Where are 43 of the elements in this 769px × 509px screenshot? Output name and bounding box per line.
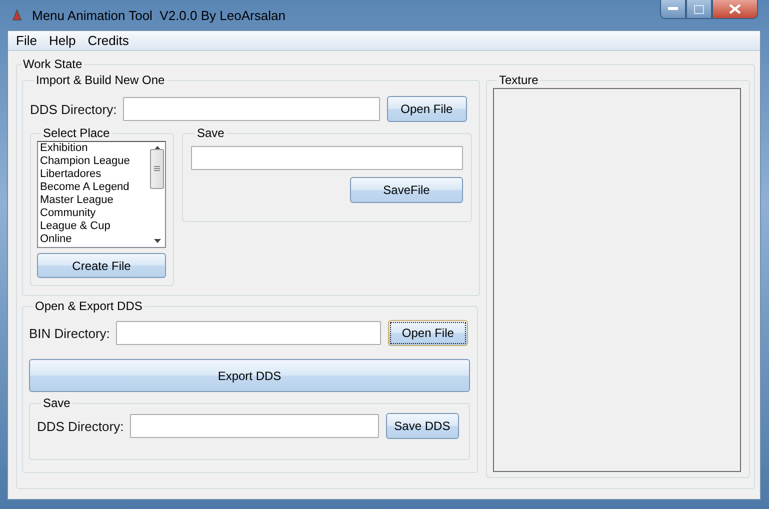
field-label: DDS Directory: <box>37 418 124 434</box>
window-title: Menu Animation Tool V2.0.0 By LeoArsalan <box>32 8 286 22</box>
group-title: Texture <box>499 73 538 87</box>
field-label: BIN Directory: <box>29 326 110 340</box>
open-file-button[interactable]: Open File <box>386 96 467 122</box>
app-icon <box>10 8 24 22</box>
close-icon <box>729 4 741 14</box>
menu-item[interactable]: File <box>10 33 43 48</box>
menu-item[interactable]: Help <box>42 33 82 48</box>
list-item[interactable]: Libertadores <box>40 168 149 181</box>
input-field[interactable] <box>130 414 379 438</box>
save-dds-button[interactable]: Save DDS <box>386 413 459 439</box>
scroll-thumb[interactable] <box>150 148 164 188</box>
list-box[interactable]: Exhibition Champion League Libertadores Become A Legend Master League Community League & Cup Online <box>37 141 166 248</box>
list-item[interactable]: League & Cup <box>40 220 149 233</box>
maximize-icon <box>694 4 704 14</box>
grip-icon <box>154 166 160 172</box>
input-field[interactable] <box>191 146 463 170</box>
field-label: DDS Directory: <box>30 102 117 116</box>
input-field[interactable] <box>116 321 381 345</box>
list-item[interactable]: Community <box>40 207 149 220</box>
menu-item[interactable]: Credits <box>82 33 135 48</box>
group-title: Save <box>43 396 70 410</box>
input-field[interactable] <box>122 97 380 121</box>
list-item[interactable]: Online <box>40 233 149 246</box>
open-file-button[interactable]: Open File <box>388 320 468 346</box>
export-dds-button[interactable]: Export DDS <box>29 359 470 392</box>
list-item[interactable]: Exhibition <box>40 142 149 155</box>
list-item[interactable]: Master League <box>40 194 149 207</box>
close-button[interactable] <box>712 0 758 19</box>
group-title: Open & Export DDS <box>35 299 142 313</box>
group-title: Import & Build New One <box>36 73 165 87</box>
save-file-button[interactable]: SaveFile <box>350 177 463 203</box>
minimize-button[interactable] <box>660 0 686 19</box>
group-title: Select Place <box>43 126 110 140</box>
list-item[interactable]: Champion League <box>40 155 149 168</box>
scroll-down-icon <box>154 239 160 243</box>
create-file-button[interactable]: Create File <box>37 253 166 278</box>
list-item[interactable]: Become A Legend <box>40 181 149 194</box>
group-title: Save <box>197 126 224 140</box>
group-title: Work State <box>23 57 82 71</box>
maximize-button[interactable] <box>686 0 712 19</box>
minimize-icon <box>668 7 678 11</box>
